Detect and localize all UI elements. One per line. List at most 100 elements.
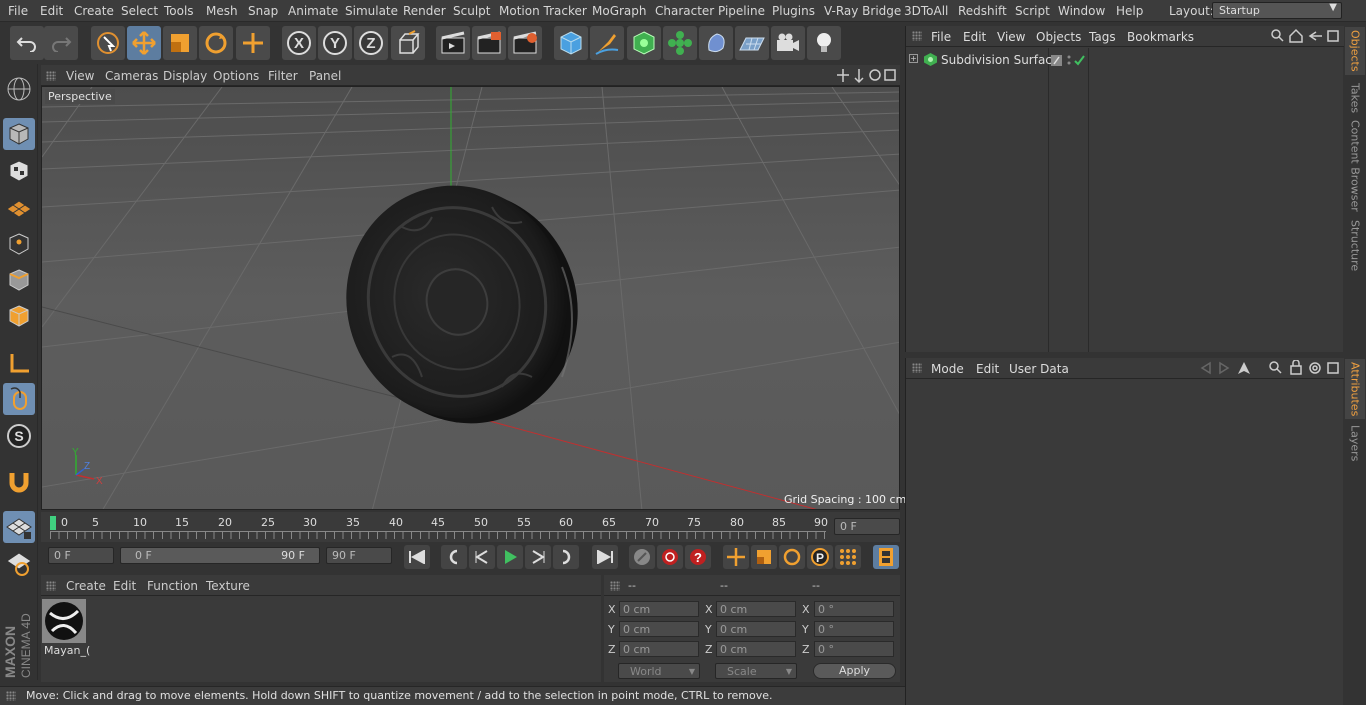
material-menu-edit[interactable]: Edit bbox=[113, 579, 136, 593]
menu-script[interactable]: Script bbox=[1015, 4, 1050, 18]
viewport-menu-filter[interactable]: Filter bbox=[268, 69, 298, 83]
viewport-menu-cameras[interactable]: Cameras bbox=[105, 69, 158, 83]
menu-sculpt[interactable]: Sculpt bbox=[453, 4, 490, 18]
coordinate-system-button[interactable] bbox=[391, 26, 425, 60]
tree-item-subdivision-surface[interactable]: + Subdivision Surface bbox=[908, 52, 1059, 69]
material-menu-function[interactable]: Function bbox=[147, 579, 198, 593]
next-frame-button[interactable] bbox=[525, 545, 551, 569]
viewport-menu-display[interactable]: Display bbox=[163, 69, 207, 83]
menu-file[interactable]: File bbox=[8, 4, 28, 18]
key-position-button[interactable] bbox=[723, 545, 749, 569]
menu-mograph[interactable]: MoGraph bbox=[592, 4, 647, 18]
menu-motion-tracker[interactable]: Motion Tracker bbox=[499, 4, 587, 18]
menu-edit[interactable]: Edit bbox=[40, 4, 63, 18]
polygons-mode-button[interactable] bbox=[3, 300, 35, 332]
floor-environment-button[interactable] bbox=[735, 26, 769, 60]
menu-render[interactable]: Render bbox=[403, 4, 446, 18]
model-mode-button[interactable] bbox=[3, 118, 35, 150]
cube-primitive-button[interactable] bbox=[554, 26, 588, 60]
menu-tools[interactable]: Tools bbox=[164, 4, 194, 18]
tab-takes[interactable]: Takes bbox=[1345, 80, 1365, 116]
next-key-button[interactable] bbox=[553, 545, 579, 569]
menu-redshift[interactable]: Redshift bbox=[958, 4, 1007, 18]
rotate-tool-button[interactable] bbox=[199, 26, 233, 60]
menu-help[interactable]: Help bbox=[1116, 4, 1143, 18]
render-view-button[interactable] bbox=[436, 26, 470, 60]
menu-animate[interactable]: Animate bbox=[288, 4, 338, 18]
end-frame-field[interactable]: 90 F bbox=[326, 547, 392, 564]
tab-content-browser[interactable]: Content Browser bbox=[1345, 120, 1365, 212]
menu-character[interactable]: Character bbox=[655, 4, 714, 18]
key-scale-button[interactable] bbox=[751, 545, 777, 569]
timeline-window-button[interactable] bbox=[873, 545, 899, 569]
material-swatch[interactable]: Mayan_( bbox=[42, 599, 90, 657]
objects-header-icons[interactable] bbox=[1270, 28, 1342, 44]
objects-menu-view[interactable]: View bbox=[997, 30, 1025, 44]
render-to-picture-viewer-button[interactable] bbox=[472, 26, 506, 60]
layout-select[interactable]: Startup ▼ bbox=[1212, 2, 1342, 19]
objects-menu-tags[interactable]: Tags bbox=[1089, 30, 1116, 44]
object-flags[interactable] bbox=[1050, 54, 1086, 68]
tab-layers[interactable]: Layers bbox=[1345, 424, 1365, 462]
pos-z-field[interactable]: 0 cm bbox=[619, 641, 699, 657]
menu-plugins[interactable]: Plugins bbox=[772, 4, 815, 18]
scale-tool-button[interactable] bbox=[163, 26, 197, 60]
live-selection-button[interactable] bbox=[91, 26, 125, 60]
key-rotation-button[interactable] bbox=[779, 545, 805, 569]
attributes-menu-user-data[interactable]: User Data bbox=[1009, 362, 1069, 376]
size-z-field[interactable]: 0 cm bbox=[716, 641, 796, 657]
scale-select[interactable]: Scale ▼ bbox=[715, 663, 797, 679]
world-select[interactable]: World ▼ bbox=[618, 663, 700, 679]
solo-mode-button[interactable]: S bbox=[3, 420, 35, 452]
mograph-cloner-button[interactable] bbox=[663, 26, 697, 60]
key-pla-button[interactable] bbox=[835, 545, 861, 569]
workplane-mode-button[interactable] bbox=[3, 191, 35, 223]
edges-mode-button[interactable] bbox=[3, 264, 35, 296]
objects-menu-objects[interactable]: Objects bbox=[1036, 30, 1081, 44]
viewport-menu-options[interactable]: Options bbox=[213, 69, 259, 83]
rot-b-field[interactable]: 0 ° bbox=[814, 641, 894, 657]
material-menu-create[interactable]: Create bbox=[66, 579, 106, 593]
tab-structure[interactable]: Structure bbox=[1345, 218, 1365, 274]
lock-x-axis-button[interactable]: X bbox=[282, 26, 316, 60]
rot-h-field[interactable]: 0 ° bbox=[814, 601, 894, 617]
frame-range-slider[interactable]: 0 F 90 F bbox=[120, 547, 320, 564]
menu-pipeline[interactable]: Pipeline bbox=[718, 4, 765, 18]
record-keys-button[interactable] bbox=[629, 545, 655, 569]
menu-3dtoall[interactable]: 3DToAll bbox=[904, 4, 948, 18]
objects-menu-edit[interactable]: Edit bbox=[963, 30, 986, 44]
menu-create[interactable]: Create bbox=[74, 4, 114, 18]
size-y-field[interactable]: 0 cm bbox=[716, 621, 796, 637]
go-to-start-button[interactable] bbox=[404, 545, 430, 569]
attributes-menu-edit[interactable]: Edit bbox=[976, 362, 999, 376]
workplane-rotate-button[interactable] bbox=[3, 547, 35, 579]
rot-p-field[interactable]: 0 ° bbox=[814, 621, 894, 637]
tweak-mode-button[interactable] bbox=[3, 383, 35, 415]
playhead-marker[interactable] bbox=[50, 516, 56, 530]
viewport-menu-view[interactable]: View bbox=[66, 69, 94, 83]
current-frame-field[interactable]: 0 F bbox=[834, 518, 900, 535]
redo-button[interactable] bbox=[44, 26, 78, 60]
tab-objects[interactable]: Objects bbox=[1345, 27, 1365, 75]
viewport-nav-icons[interactable] bbox=[835, 67, 897, 84]
start-frame-field[interactable]: 0 F bbox=[48, 547, 114, 564]
menu-mesh[interactable]: Mesh bbox=[206, 4, 238, 18]
undo-button[interactable] bbox=[10, 26, 44, 60]
expand-plus-icon[interactable]: + bbox=[909, 54, 918, 63]
key-parameter-button[interactable]: P bbox=[807, 545, 833, 569]
attributes-header-icons[interactable] bbox=[1200, 360, 1342, 376]
menu-vray-bridge[interactable]: V-Ray Bridge bbox=[824, 4, 901, 18]
autokey-button[interactable] bbox=[657, 545, 683, 569]
light-button[interactable] bbox=[807, 26, 841, 60]
material-menu-texture[interactable]: Texture bbox=[206, 579, 250, 593]
perspective-viewport[interactable]: Y Z X bbox=[41, 86, 900, 510]
move-tool-button[interactable] bbox=[127, 26, 161, 60]
keyframe-selection-button[interactable]: ? bbox=[685, 545, 711, 569]
menu-simulate[interactable]: Simulate bbox=[345, 4, 398, 18]
pos-y-field[interactable]: 0 cm bbox=[619, 621, 699, 637]
camera-button[interactable] bbox=[771, 26, 805, 60]
subdivision-surface-button[interactable] bbox=[627, 26, 661, 60]
size-x-field[interactable]: 0 cm bbox=[716, 601, 796, 617]
snap-toggle-button[interactable] bbox=[3, 466, 35, 498]
apply-button[interactable]: Apply bbox=[813, 663, 896, 679]
